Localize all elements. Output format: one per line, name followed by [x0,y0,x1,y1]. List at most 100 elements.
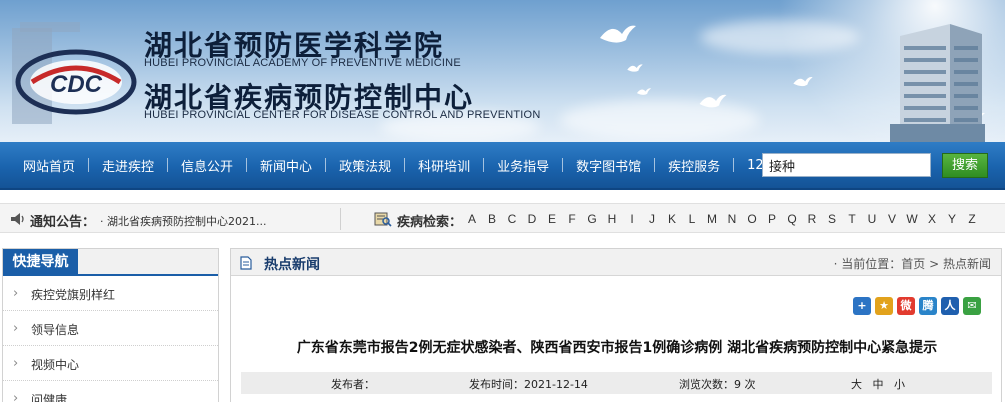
nav-item-1[interactable]: 走进疾控 [89,156,167,175]
disease-letter-link[interactable]: X [922,212,942,228]
building-image [890,24,985,142]
academy-name-en: HUBEI PROVINCIAL ACADEMY OF PREVENTIVE M… [144,57,461,69]
breadcrumb: · 当前位置：首页 > 热点新闻 [834,255,991,272]
nav-item-6[interactable]: 业务指导 [484,156,562,175]
disease-search-label: 疾病检索： [397,215,463,230]
share-toolbar: + ★ 微腾人 ✉ [853,297,981,315]
view-count: 浏览次数：9 次 [679,376,756,392]
wechat-share-icon[interactable]: ✉ [963,297,981,315]
disease-letter-link[interactable]: P [762,212,782,228]
disease-letter-link[interactable]: B [482,212,502,228]
disease-letter-link[interactable]: R [802,212,822,228]
breadcrumb-home-link[interactable]: 首页 [901,257,925,271]
disease-letter-link[interactable]: H [602,212,622,228]
nav-item-4[interactable]: 政策法规 [326,156,404,175]
news-panel-header: 热点新闻 · 当前位置：首页 > 热点新闻 [231,249,1001,276]
disease-letter-link[interactable]: D [522,212,542,228]
font-size-large-link[interactable]: 大 [851,378,862,391]
quick-nav-list: › 疾控党旗别样红 › 领导信息 › 视频中心 › 问健康 [3,276,218,402]
publish-date-value: 2021-12-14 [524,378,588,391]
dove-icon [699,94,727,108]
dove-icon [600,25,636,43]
dove-icon [636,88,652,95]
document-icon [240,256,252,270]
quick-nav-title: 快捷导航 [3,249,78,276]
nav-item-5[interactable]: 科研培训 [405,156,483,175]
plus-share-icon[interactable]: + [853,297,871,315]
publisher-label: 发布者： [331,378,375,391]
site-banner: CDC 湖北省预防医学科学院 HUBEI PROVINCIAL ACADEMY … [0,0,1005,142]
logo-text: CDC [50,71,103,98]
qzone-share-icon[interactable]: ★ [875,297,893,315]
chevron-right-icon: › [13,286,19,301]
news-panel: 热点新闻 · 当前位置：首页 > 热点新闻 + ★ 微腾人 ✉ 广东省东莞市报告2例无… [230,248,1002,402]
nav-item-3[interactable]: 新闻中心 [247,156,325,175]
chevron-right-icon: › [13,391,19,402]
disease-letter-link[interactable]: Z [962,212,982,228]
notice-bar: 通知公告： · 湖北省疾病预防控制中心2021... 疾病检索： ABCDEFG… [0,203,1005,233]
view-count-value: 9 次 [734,378,756,391]
breadcrumb-prefix: 当前位置： [841,257,902,271]
cloud [700,20,860,54]
notice-label: 通知公告： [30,215,96,230]
quick-nav-item[interactable]: › 疾控党旗别样红 [3,276,218,311]
search-input[interactable] [762,153,931,177]
page: CDC 湖北省预防医学科学院 HUBEI PROVINCIAL ACADEMY … [0,0,1005,402]
quick-nav-panel: 快捷导航 › 疾控党旗别样红 › 领导信息 › 视频中心 › 问健康 [2,248,219,402]
disease-letter-link[interactable]: I [622,212,642,228]
quick-nav-item[interactable]: › 问健康 [3,381,218,402]
nav-item-8[interactable]: 疾控服务 [655,156,733,175]
chevron-right-icon: › [13,356,19,371]
disease-letter-link[interactable]: U [862,212,882,228]
disease-letter-index: ABCDEFGHIJKLMNOPQRSTUVWXYZ [462,212,982,228]
breadcrumb-current-link[interactable]: 热点新闻 [943,257,991,271]
quick-nav-item-label: 视频中心 [31,358,80,372]
disease-letter-link[interactable]: F [562,212,582,228]
nav-item-7[interactable]: 数字图书馆 [563,156,654,175]
nav-item-2[interactable]: 信息公开 [168,156,246,175]
quick-nav-item[interactable]: › 视频中心 [3,346,218,381]
book-search-icon [374,212,392,227]
disease-letter-link[interactable]: S [822,212,842,228]
cloud [560,100,760,140]
search-button[interactable]: 搜索 [942,153,988,178]
quick-nav-item-label: 疾控党旗别样红 [31,288,116,302]
disease-letter-link[interactable]: K [662,212,682,228]
disease-letter-link[interactable]: G [582,212,602,228]
disease-letter-link[interactable]: M [702,212,722,228]
disease-letter-link[interactable]: W [902,212,922,228]
quick-nav-header: 快捷导航 [3,249,218,276]
publish-date: 发布时间：2021-12-14 [469,376,588,392]
nav-items: 网站首页走进疾控信息公开新闻中心政策法规科研培训业务指导数字图书馆疾控服务123… [10,142,802,188]
tencent-weibo-share-icon[interactable]: 腾 [919,297,937,315]
renren-share-icon[interactable]: 人 [941,297,959,315]
disease-letter-link[interactable]: V [882,212,902,228]
quick-nav-item[interactable]: › 领导信息 [3,311,218,346]
disease-letter-link[interactable]: L [682,212,702,228]
nav-item-0[interactable]: 网站首页 [10,156,88,175]
article-title: 广东省东莞市报告2例无症状感染者、陕西省西安市报告1例确诊病例 湖北省疾病预防控… [296,340,938,356]
disease-letter-link[interactable]: Y [942,212,962,228]
disease-letter-link[interactable]: A [462,212,482,228]
article-meta-bar: 发布者： 发布时间：2021-12-14 浏览次数：9 次 大 中 小 [241,372,992,394]
publish-date-label: 发布时间： [469,378,524,391]
disease-letter-link[interactable]: T [842,212,862,228]
disease-letter-link[interactable]: J [642,212,662,228]
font-size-controls: 大 中 小 [851,376,905,392]
quick-nav-item-label: 领导信息 [31,323,80,337]
notice-marquee-item[interactable]: · 湖北省疾病预防控制中心2021... [100,213,266,229]
view-count-label: 浏览次数： [679,378,734,391]
center-name-en: HUBEI PROVINCIAL CENTER FOR DISEASE CONT… [144,109,541,121]
disease-letter-link[interactable]: N [722,212,742,228]
disease-letter-link[interactable]: Q [782,212,802,228]
quick-nav-item-label: 问健康 [31,393,68,402]
font-size-medium-link[interactable]: 中 [873,378,884,391]
disease-letter-link[interactable]: E [542,212,562,228]
font-size-small-link[interactable]: 小 [894,378,905,391]
weibo-share-icon[interactable]: 微 [897,297,915,315]
chevron-right-icon: › [13,321,19,336]
breadcrumb-separator: > [929,257,940,271]
dove-icon [627,64,643,72]
disease-letter-link[interactable]: C [502,212,522,228]
disease-letter-link[interactable]: O [742,212,762,228]
